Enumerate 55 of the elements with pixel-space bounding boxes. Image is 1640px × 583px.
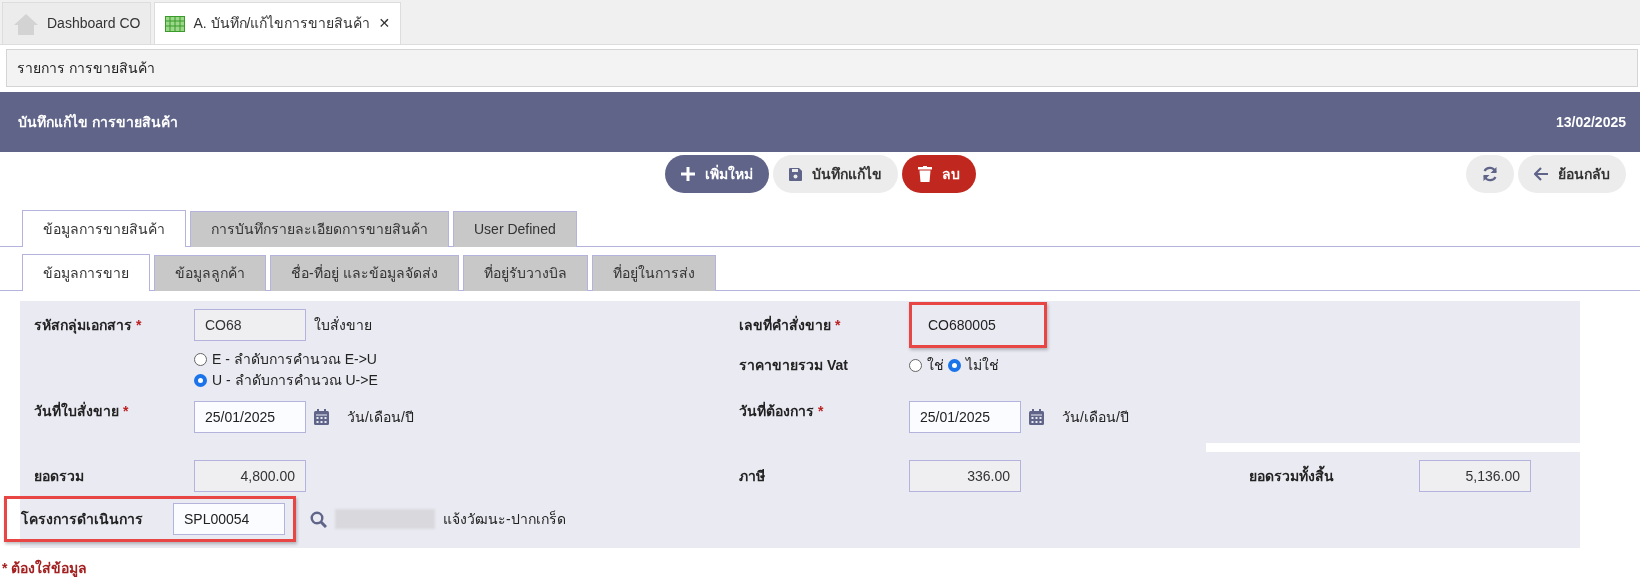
field-suffix: ใบสั่งขาย <box>314 315 372 335</box>
arrow-left-icon <box>1534 167 1548 181</box>
refresh-button[interactable] <box>1466 155 1514 193</box>
spreadsheet-icon <box>165 15 186 32</box>
page-title: บันทึกแก้ไข การขายสินค้า <box>18 112 178 132</box>
back-button[interactable]: ย้อนกลับ <box>1518 155 1626 193</box>
date-format-hint: วัน/เดือน/ปี <box>1062 407 1129 427</box>
field-label: วันที่ใบสั่งขาย * <box>34 400 130 421</box>
field-label: ภาษี <box>739 467 766 486</box>
close-icon[interactable]: ✕ <box>378 13 391 34</box>
input-field[interactable]: SPL00054 <box>173 503 285 535</box>
required-note: * ต้องใส่ข้อมูล <box>2 558 1640 583</box>
tab[interactable]: Dashboard CO <box>2 2 152 44</box>
input-field[interactable]: 25/01/2025 <box>909 401 1021 433</box>
field-label: ยอดรวมทั้งสิ้น <box>1249 456 1419 487</box>
tab[interactable]: ข้อมูลลูกค้า <box>154 255 266 291</box>
trash-icon <box>917 166 932 182</box>
tab[interactable]: User Defined <box>453 211 577 247</box>
project-description: แจ้งวัฒนะ-ปากเกร็ด <box>443 509 566 529</box>
home-icon <box>13 11 39 36</box>
tab[interactable]: ที่อยู่รับวางบิล <box>462 255 588 291</box>
input-field[interactable]: 25/01/2025 <box>194 401 306 433</box>
radio-option[interactable]: E - ลำดับการคำนวณ E->U <box>194 349 739 370</box>
field-label: รหัสกลุ่มเอกสาร * <box>34 316 143 336</box>
order-number: CO680005 <box>927 315 997 335</box>
field-label: เลขที่คำสั่งขาย * <box>739 314 842 335</box>
input-field: CO68 <box>194 309 306 341</box>
toolbar-button[interactable]: เพิ่มใหม่ <box>664 155 769 193</box>
breadcrumb-link[interactable]: รายการ การขายสินค้า <box>17 57 155 79</box>
input-field: 4,800.00 <box>194 460 306 492</box>
input-field: 336.00 <box>909 460 1021 492</box>
input-field: 5,136.00 <box>1419 460 1531 492</box>
field-label: โครงการดำเนินการ <box>21 509 143 529</box>
field-label: วันที่ต้องการ * <box>739 400 825 421</box>
header-date: 13/02/2025 <box>1555 112 1626 132</box>
tab[interactable]: การบันทึกรายละเอียดการขายสินค้า <box>190 211 449 247</box>
toolbar-button[interactable]: ลบ <box>901 155 976 193</box>
tab[interactable]: A. บันทึก/แก้ไขการขายสินค้า ✕ <box>154 2 402 44</box>
tab[interactable]: ข้อมูลการขายสินค้า <box>22 210 186 247</box>
save-icon <box>788 167 802 181</box>
calendar-icon <box>1029 409 1044 425</box>
toolbar-button[interactable]: บันทึกแก้ไข <box>772 155 898 193</box>
radio-option[interactable]: ไม่ใช่ <box>948 354 999 376</box>
date-format-hint: วัน/เดือน/ปี <box>347 407 414 427</box>
field-label: ราคาขายรวม Vat <box>739 356 849 375</box>
radio-option[interactable]: U - ลำดับการคำนวณ U->E <box>194 370 739 391</box>
plus-icon <box>680 167 695 181</box>
field-label: ยอดรวม <box>34 467 85 486</box>
calendar-icon <box>314 409 329 425</box>
tab[interactable]: ข้อมูลการขาย <box>22 254 150 291</box>
refresh-icon <box>1482 166 1498 182</box>
search-icon <box>310 510 327 528</box>
tab[interactable]: ชื่อ-ที่อยู่ และข้อมูลจัดส่ง <box>270 255 459 291</box>
radio-option[interactable]: ใช่ <box>909 354 944 376</box>
tab[interactable]: ที่อยู่ในการส่ง <box>591 255 716 291</box>
